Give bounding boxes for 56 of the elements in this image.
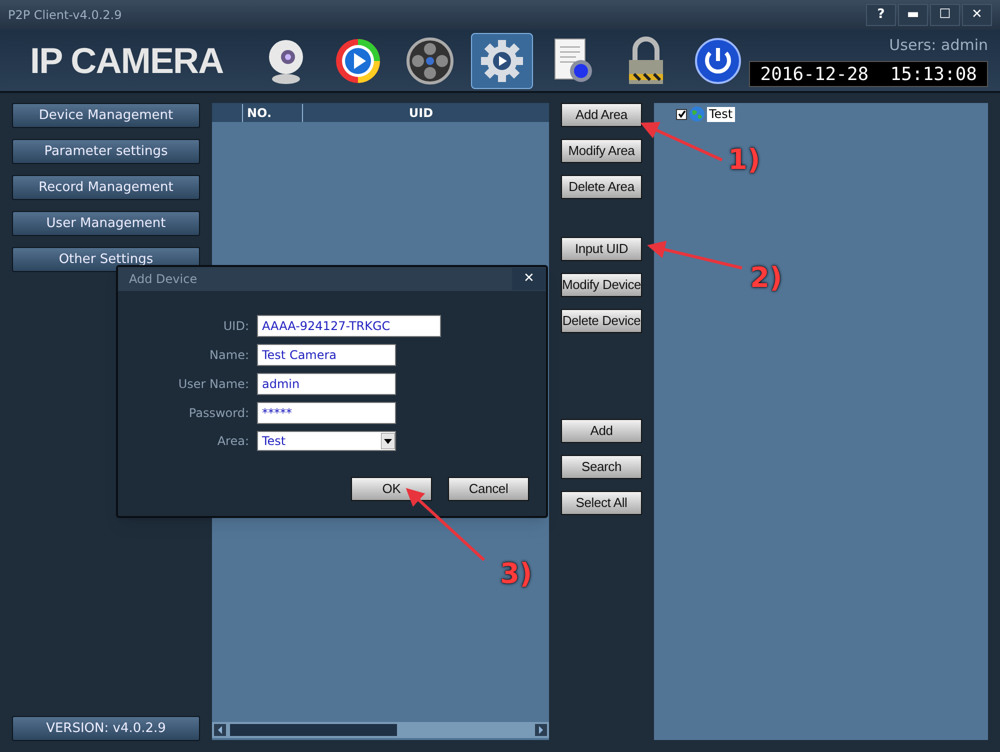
column-header[interactable]: NO.: [242, 104, 302, 122]
action-button[interactable]: Select All: [561, 491, 642, 515]
tree-checkbox[interactable]: [676, 108, 687, 120]
field-label: Area:: [216, 433, 250, 450]
film-reel-icon: [406, 36, 454, 84]
power-icon: [695, 38, 742, 84]
dialog-title: Add Device: [129, 271, 198, 288]
toolbar-button[interactable]: [471, 32, 534, 88]
scroll-left-icon[interactable]: [214, 724, 226, 736]
sidebar-button[interactable]: Parameter settings: [12, 139, 200, 164]
gear-icon: [479, 38, 526, 84]
window-control[interactable]: ?: [866, 4, 896, 26]
text-field[interactable]: *****: [257, 402, 396, 424]
datetime-display: 2016-12-28 15:13:08: [749, 60, 988, 87]
action-button[interactable]: Modify Device: [561, 273, 642, 297]
text-field[interactable]: admin: [257, 373, 396, 395]
check-icon: [678, 110, 686, 118]
app-logo: IP CAMERA: [30, 38, 224, 82]
sidebar-button[interactable]: Device Management: [12, 103, 200, 128]
text-field[interactable]: Test Camera: [257, 344, 396, 366]
annotation-label: 3): [500, 560, 532, 588]
scroll-right-icon[interactable]: [535, 724, 547, 736]
play-icon: [334, 36, 382, 84]
action-button[interactable]: Add: [561, 419, 642, 443]
window-title: P2P Client-v4.0.2.9: [8, 7, 122, 24]
action-button[interactable]: Search: [561, 455, 642, 479]
action-button[interactable]: Delete Area: [561, 175, 642, 199]
sidebar-button[interactable]: User Management: [12, 211, 200, 236]
text-field[interactable]: AAAA-924127-TRKGC: [257, 315, 441, 337]
annotation-label: 1): [728, 146, 760, 174]
scrollbar-thumb[interactable]: [230, 724, 397, 736]
dialog-button[interactable]: Cancel: [448, 477, 529, 501]
select-value: Test: [261, 433, 286, 450]
annotation-label: 2): [750, 264, 782, 292]
field-label: Name:: [208, 347, 250, 364]
window-control[interactable]: ✕: [962, 4, 992, 26]
window-control[interactable]: ▬: [898, 4, 928, 26]
action-button[interactable]: Modify Area: [561, 139, 642, 163]
action-button[interactable]: Input UID: [561, 237, 642, 261]
horizontal-scrollbar[interactable]: [212, 722, 549, 738]
field-label: Password:: [188, 405, 250, 422]
dropdown-arrow-icon[interactable]: [381, 433, 395, 449]
action-button[interactable]: Delete Device: [561, 309, 642, 333]
version-button[interactable]: VERSION: v4.0.2.9: [12, 716, 200, 741]
area-select[interactable]: Test: [257, 431, 396, 451]
globe-icon: [689, 106, 705, 122]
dialog-button[interactable]: OK: [351, 477, 432, 501]
tree-item[interactable]: Test: [707, 106, 735, 122]
sidebar-button[interactable]: Record Management: [12, 175, 200, 200]
action-button[interactable]: Add Area: [561, 103, 642, 127]
user-label: Users: admin: [889, 35, 988, 56]
column-header[interactable]: UID: [302, 104, 539, 122]
close-button[interactable]: ✕: [512, 268, 546, 290]
field-label: User Name:: [177, 376, 250, 393]
window-control[interactable]: ☐: [930, 4, 960, 26]
field-label: UID:: [222, 318, 250, 335]
